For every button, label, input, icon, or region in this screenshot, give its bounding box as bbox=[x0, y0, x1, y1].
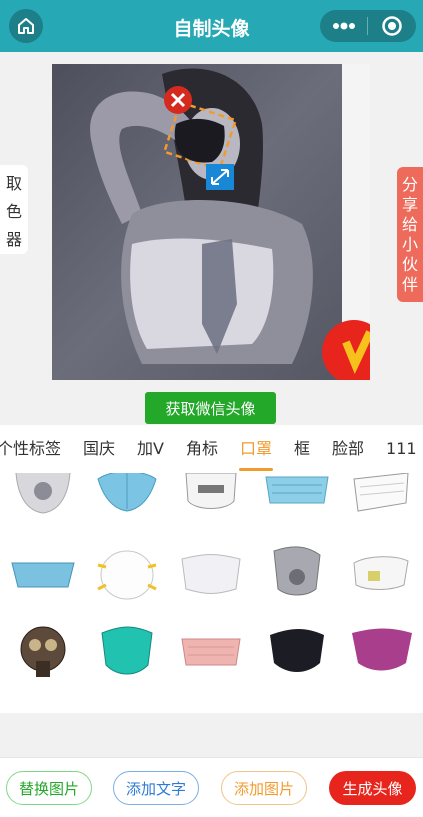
mask-item-white-n95[interactable] bbox=[92, 545, 162, 605]
share-char: 伴 bbox=[401, 274, 418, 294]
blue-flat-icon bbox=[11, 562, 75, 588]
grey-valve-icon bbox=[273, 546, 321, 596]
white-soft-icon bbox=[181, 554, 241, 594]
resize-sticker-icon[interactable] bbox=[206, 164, 234, 190]
teal-n95-icon bbox=[101, 626, 153, 675]
gas-mask-icon bbox=[20, 626, 66, 677]
photo-image bbox=[52, 64, 370, 380]
replace-image-button[interactable]: 替换图片 bbox=[6, 771, 92, 805]
blue-kn95-icon bbox=[97, 473, 157, 512]
more-dots-icon bbox=[332, 22, 355, 30]
header-bar: 自制头像 bbox=[0, 0, 423, 52]
mask-item-teal-n95[interactable] bbox=[92, 623, 162, 683]
mask-item-blue-flat[interactable] bbox=[8, 545, 78, 605]
tab-personal-label[interactable]: 个性标签 bbox=[0, 425, 72, 473]
mask-item-white-kn95[interactable] bbox=[176, 473, 246, 523]
valve-mask-icon bbox=[15, 473, 71, 514]
generate-avatar-button[interactable]: 生成头像 bbox=[329, 771, 416, 805]
mask-item-gas-mask[interactable] bbox=[8, 623, 78, 683]
mask-item-blue-kn95[interactable] bbox=[92, 473, 162, 523]
mask-item-white-fold[interactable] bbox=[346, 473, 416, 523]
color-picker-char: 色 bbox=[5, 201, 22, 221]
more-button[interactable] bbox=[320, 10, 367, 42]
tab-111[interactable]: 111 bbox=[375, 425, 423, 473]
avatar-photo[interactable] bbox=[52, 64, 370, 380]
white-fold-icon bbox=[353, 473, 409, 512]
share-char: 伙 bbox=[401, 254, 418, 274]
bottom-toolbar: 替换图片 添加文字 添加图片 生成头像 bbox=[0, 757, 423, 817]
black-mask-icon bbox=[270, 629, 324, 672]
blue-surgical-icon bbox=[265, 476, 329, 504]
add-image-button[interactable]: 添加图片 bbox=[221, 771, 307, 805]
mask-item-blue-surgical[interactable] bbox=[262, 473, 332, 523]
share-char: 享 bbox=[401, 194, 418, 214]
mask-item-purple[interactable] bbox=[346, 623, 416, 683]
purple-mask-icon bbox=[352, 628, 412, 671]
delete-sticker-icon[interactable] bbox=[164, 86, 192, 114]
white-n95-icon bbox=[97, 550, 157, 600]
share-button[interactable]: 分 享 给 小 伙 伴 bbox=[397, 167, 423, 302]
tab-add-v[interactable]: 加V bbox=[126, 425, 175, 473]
share-char: 小 bbox=[401, 234, 418, 254]
get-wechat-avatar-button[interactable]: 获取微信头像 bbox=[145, 392, 276, 424]
tab-face[interactable]: 脸部 bbox=[321, 425, 375, 473]
white-kn95-icon bbox=[185, 473, 237, 509]
color-picker-tab[interactable]: 取 色 器 bbox=[0, 165, 28, 254]
mask-item-grey-valve[interactable] bbox=[262, 545, 332, 605]
mask-sticker-grid bbox=[0, 473, 423, 713]
mask-item-white-soft[interactable] bbox=[176, 545, 246, 605]
tab-corner-badge[interactable]: 角标 bbox=[175, 425, 229, 473]
white-valve-icon bbox=[353, 556, 409, 590]
mask-item-pink[interactable] bbox=[176, 623, 246, 683]
menu-capsule bbox=[320, 10, 416, 42]
tab-frame[interactable]: 框 bbox=[283, 425, 321, 473]
mask-item-black[interactable] bbox=[262, 623, 332, 683]
category-tabs: 个性标签 国庆 加V 角标 口罩 框 脸部 111 bbox=[0, 425, 423, 473]
color-picker-char: 器 bbox=[5, 229, 22, 249]
mask-item-valve-grey[interactable] bbox=[8, 473, 78, 523]
color-picker-char: 取 bbox=[5, 173, 22, 193]
tab-mask[interactable]: 口罩 bbox=[229, 425, 283, 473]
close-button[interactable] bbox=[368, 10, 415, 42]
share-char: 分 bbox=[401, 174, 418, 194]
tab-national-day[interactable]: 国庆 bbox=[72, 425, 126, 473]
add-text-button[interactable]: 添加文字 bbox=[113, 771, 199, 805]
mask-item-white-valve[interactable] bbox=[346, 545, 416, 605]
share-char: 给 bbox=[401, 214, 418, 234]
target-circle-icon bbox=[381, 16, 402, 36]
pink-mask-icon bbox=[181, 638, 241, 666]
